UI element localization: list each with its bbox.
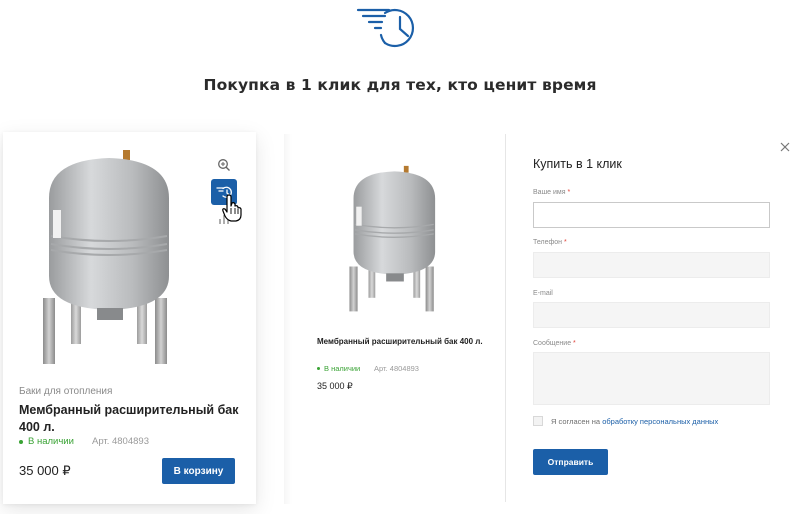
stock-text: В наличии (28, 436, 74, 447)
submit-button[interactable]: Отправить (533, 449, 608, 475)
page-title: Покупка в 1 клик для тех, кто ценит врем… (203, 76, 597, 94)
phone-field[interactable] (533, 252, 770, 278)
add-to-cart-button[interactable]: В корзину (162, 458, 235, 484)
name-field[interactable] (533, 202, 770, 228)
privacy-policy-link[interactable]: обработку персональных данных (602, 417, 718, 426)
stock-dot-icon (317, 367, 320, 370)
email-label: E-mail (533, 290, 553, 297)
product-price: 35 000 ₽ (19, 463, 71, 478)
name-label: Ваше имя * (533, 189, 571, 196)
close-icon[interactable] (778, 140, 792, 154)
modal-stock-text: В наличии (324, 364, 361, 373)
hand-cursor-icon (222, 194, 242, 222)
fast-clock-icon (356, 8, 415, 48)
modal-product-article: Арт. 4804893 (374, 364, 419, 373)
stock-status: В наличии (19, 436, 74, 447)
email-field[interactable] (533, 302, 770, 328)
product-article: Арт. 4804893 (92, 436, 149, 447)
product-card[interactable]: Баки для отопления Мембранный расширител… (3, 132, 256, 504)
product-image[interactable] (35, 148, 185, 370)
product-category[interactable]: Баки для отопления (19, 386, 112, 397)
stock-dot-icon (19, 439, 23, 444)
modal-stock-status: В наличии (317, 364, 360, 373)
consent-row: Я согласен на обработку персональных дан… (533, 416, 718, 426)
consent-checkbox[interactable] (533, 416, 543, 426)
product-name[interactable]: Мембранный расширительный бак 400 л. (19, 402, 244, 436)
modal-product-name: Мембранный расширительный бак 400 л. (317, 337, 483, 346)
zoom-icon[interactable] (211, 152, 237, 178)
phone-label: Телефон * (533, 239, 567, 246)
form-title: Купить в 1 клик (533, 157, 622, 171)
message-label: Сообщение * (533, 340, 576, 347)
modal-product-image (349, 165, 436, 312)
message-field[interactable] (533, 352, 770, 405)
modal-shadow (284, 134, 292, 504)
consent-text: Я согласен на обработку персональных дан… (551, 416, 719, 426)
modal-divider (505, 134, 506, 502)
modal-product-price: 35 000 ₽ (317, 381, 353, 391)
